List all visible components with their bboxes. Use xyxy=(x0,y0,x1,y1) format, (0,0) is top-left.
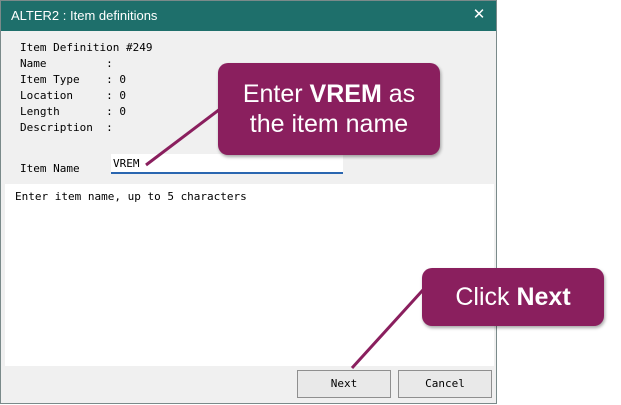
item-name-label: Item Name xyxy=(20,162,80,175)
definition-name: Name : xyxy=(20,57,113,70)
callout-enter-name-suffix: as xyxy=(381,80,416,108)
definition-item-type: Item Type : 0 xyxy=(20,73,126,86)
definition-length: Length : 0 xyxy=(20,105,126,118)
item-name-input[interactable] xyxy=(111,154,343,174)
callout-click-next-bold: Next xyxy=(516,283,571,311)
next-button[interactable]: Next xyxy=(297,370,391,398)
callout-enter-name-line1: Enter VREM as xyxy=(218,79,440,109)
close-icon[interactable]: ✕ xyxy=(470,5,488,25)
cancel-button[interactable]: Cancel xyxy=(398,370,492,398)
window-title: ALTER2 : Item definitions xyxy=(11,8,158,23)
callout-enter-name: Enter VREM as the item name xyxy=(218,63,440,155)
message-text: Enter item name, up to 5 characters xyxy=(15,190,247,203)
callout-enter-name-line2: the item name xyxy=(249,110,409,138)
definition-location: Location : 0 xyxy=(20,89,126,102)
message-area: Enter item name, up to 5 characters xyxy=(5,184,494,366)
callout-click-next-prefix: Click xyxy=(455,283,517,311)
definition-number: Item Definition #249 xyxy=(20,41,153,54)
callout-enter-name-bold: VREM xyxy=(309,80,382,108)
title-bar: ALTER2 : Item definitions ✕ xyxy=(1,1,496,31)
callout-enter-name-prefix: Enter xyxy=(242,80,310,108)
dialog-window: ALTER2 : Item definitions ✕ Item Definit… xyxy=(0,0,497,404)
definition-description: Description : xyxy=(20,121,113,134)
callout-click-next: Click Next xyxy=(422,268,604,326)
